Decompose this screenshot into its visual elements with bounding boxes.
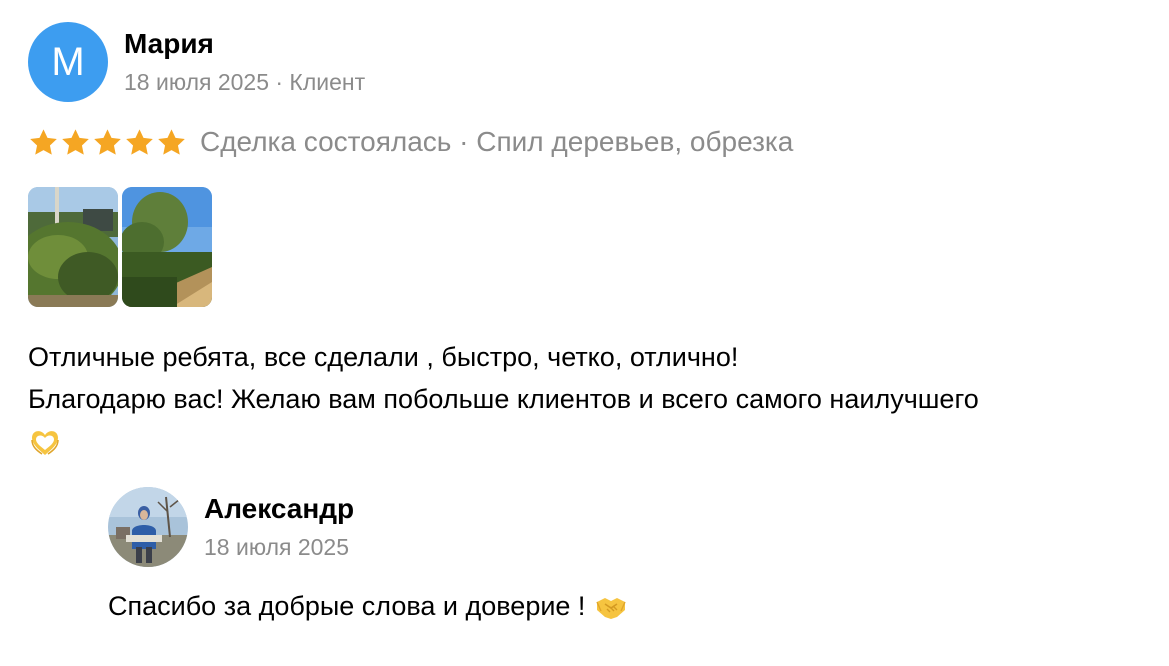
star-icon [156,127,187,158]
review-text: Отличные ребята, все сделали , быстро, ч… [28,336,1148,462]
review-text-line-1: Отличные ребята, все сделали , быстро, ч… [28,342,739,372]
avatar-letter: М [51,39,85,84]
reply-date: 18 июля 2025 [204,534,349,560]
review-photo-2[interactable] [122,187,212,307]
reply-avatar[interactable] [108,487,188,567]
review-header: М Мария 18 июля 2025 · Клиент [28,22,365,102]
reply-header: Александр 18 июля 2025 [108,487,354,567]
reply-author-block: Александр 18 июля 2025 [204,492,354,562]
star-rating [28,127,188,158]
heart-hands-icon [28,426,62,460]
reply-author-name[interactable]: Александр [204,492,354,526]
reply-text: Спасибо за добрые слова и доверие ! [108,591,586,621]
handshake-icon [595,590,627,622]
rating-line: Сделка состоялась · Спил деревьев, обрез… [28,122,793,162]
star-icon [124,127,155,158]
review-text-line-2: Благодарю вас! Желаю вам побольше клиент… [28,384,979,414]
review-photo-1[interactable] [28,187,118,307]
star-icon [28,127,59,158]
star-icon [60,127,91,158]
avatar[interactable]: М [28,22,108,102]
star-icon [92,127,123,158]
review-meta: 18 июля 2025 · Клиент [124,69,366,95]
review-emoji-line [28,420,1148,462]
author-name[interactable]: Мария [124,27,365,61]
reply-text-row: Спасибо за добрые слова и доверие ! [108,586,627,626]
review-photos [28,187,216,307]
author-block: Мария 18 июля 2025 · Клиент [124,27,365,97]
deal-info: Сделка состоялась · Спил деревьев, обрез… [200,126,794,157]
